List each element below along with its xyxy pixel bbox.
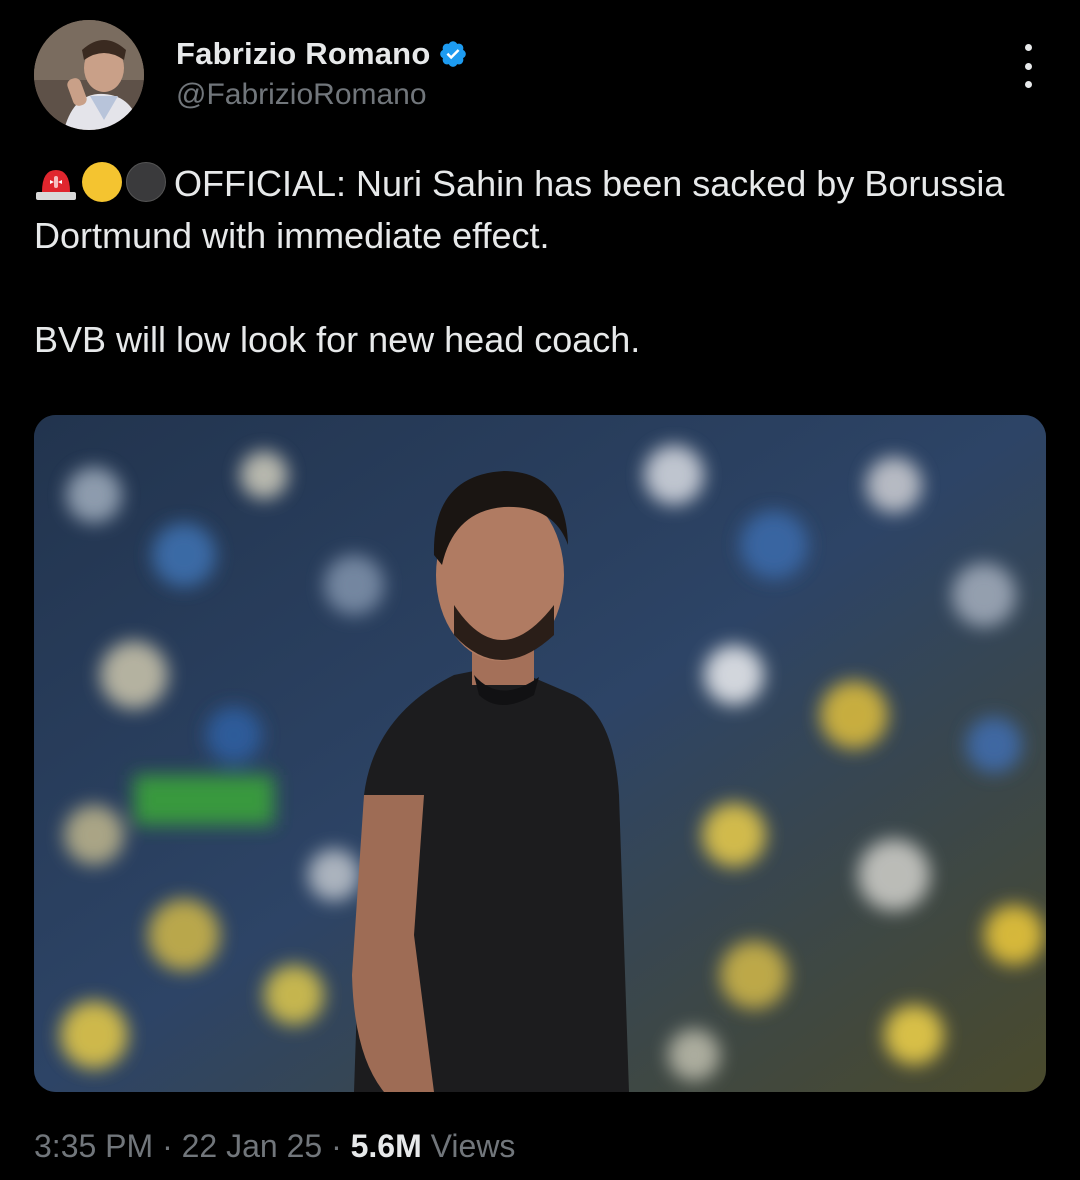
tweet-card: Fabrizio Romano @FabrizioRomano OFFICIAL… bbox=[0, 0, 1080, 1180]
tweet-line-1: OFFICIAL: Nuri Sahin has been sacked by … bbox=[34, 163, 1005, 256]
tweet-text: OFFICIAL: Nuri Sahin has been sacked by … bbox=[34, 158, 1044, 366]
tweet-meta: 3:35 PM · 22 Jan 25 · 5.6M Views bbox=[34, 1128, 515, 1165]
more-options-icon[interactable] bbox=[1016, 44, 1040, 88]
display-name[interactable]: Fabrizio Romano bbox=[176, 36, 430, 72]
tweet-photo[interactable] bbox=[34, 415, 1046, 1092]
author-handle[interactable]: @FabrizioRomano bbox=[176, 78, 427, 112]
tweet-date[interactable]: 22 Jan 25 bbox=[182, 1128, 323, 1164]
siren-emoji-icon bbox=[36, 170, 76, 200]
black-circle-emoji-icon bbox=[126, 162, 166, 202]
avatar[interactable] bbox=[34, 20, 144, 130]
emoji-group bbox=[34, 162, 166, 202]
views-count[interactable]: 5.6M bbox=[351, 1128, 422, 1164]
verified-badge-icon bbox=[438, 39, 468, 69]
views-label: Views bbox=[421, 1128, 516, 1164]
tweet-time[interactable]: 3:35 PM bbox=[34, 1128, 153, 1164]
tweet-line-2: BVB will low look for new head coach. bbox=[34, 319, 641, 360]
author-name-row[interactable]: Fabrizio Romano bbox=[176, 36, 468, 72]
meta-separator: · bbox=[153, 1128, 182, 1164]
yellow-circle-emoji-icon bbox=[82, 162, 122, 202]
meta-separator: · bbox=[322, 1128, 351, 1164]
